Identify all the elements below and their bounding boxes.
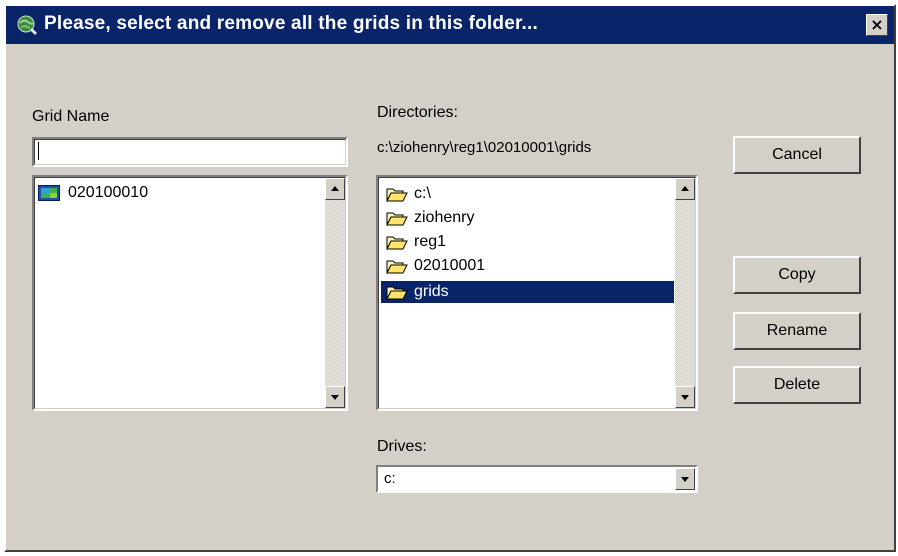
folder-open-icon xyxy=(386,188,408,202)
directory-item-label: ziohenry xyxy=(414,209,475,226)
directory-item-label: c:\ xyxy=(414,185,431,202)
grid-list[interactable]: 020100010 xyxy=(32,175,348,411)
directory-item-label: 02010001 xyxy=(414,257,486,274)
title-bar: Please, select and remove all the grids … xyxy=(6,6,894,44)
directory-item-ziohenry[interactable]: ziohenry xyxy=(386,207,474,229)
folder-open-icon xyxy=(386,286,408,300)
globe-magnifier-icon xyxy=(17,15,38,36)
folder-open-icon xyxy=(386,260,408,274)
arrow-down-icon xyxy=(681,395,689,400)
chevron-down-icon xyxy=(681,477,689,482)
scroll-up-button[interactable] xyxy=(675,178,695,200)
delete-button[interactable]: Delete xyxy=(733,366,861,404)
scroll-track[interactable] xyxy=(675,200,695,386)
grid-name-input-frame xyxy=(32,137,348,167)
directories-scrollbar[interactable] xyxy=(675,178,695,408)
grid-name-label: Grid Name xyxy=(32,108,110,125)
directory-item-label: reg1 xyxy=(414,233,447,250)
current-path: c:\ziohenry\reg1\02010001\grids xyxy=(377,139,592,156)
directory-item-grids[interactable]: grids xyxy=(381,281,674,303)
scroll-up-button[interactable] xyxy=(325,178,345,200)
directory-item-02010001[interactable]: 02010001 xyxy=(386,255,485,277)
directories-label: Directories: xyxy=(377,104,458,121)
drives-selected-value: c: xyxy=(384,470,396,487)
grid-item-label: 020100010 xyxy=(68,184,149,201)
directories-list[interactable]: c:\ ziohenry reg1 02010001 grids xyxy=(376,175,698,411)
dialog-window: Please, select and remove all the grids … xyxy=(4,4,896,552)
directory-item-label: grids xyxy=(414,283,449,300)
drives-label: Drives: xyxy=(377,438,427,455)
arrow-down-icon xyxy=(331,395,339,400)
cancel-button[interactable]: Cancel xyxy=(733,136,861,174)
drives-select[interactable]: c: xyxy=(376,465,698,493)
scroll-down-button[interactable] xyxy=(325,386,345,408)
folder-open-icon xyxy=(386,212,408,226)
grid-name-input[interactable] xyxy=(34,139,346,165)
text-caret xyxy=(38,142,39,160)
copy-button[interactable]: Copy xyxy=(733,256,861,294)
close-button[interactable]: × xyxy=(866,14,888,36)
arrow-up-icon xyxy=(681,186,689,191)
scroll-down-button[interactable] xyxy=(675,386,695,408)
drives-dropdown-button[interactable] xyxy=(675,468,695,490)
directory-item-reg1[interactable]: reg1 xyxy=(386,231,446,253)
arrow-up-icon xyxy=(331,186,339,191)
list-item[interactable]: 020100010 xyxy=(38,181,148,205)
rename-button[interactable]: Rename xyxy=(733,312,861,350)
grid-list-scrollbar[interactable] xyxy=(325,178,345,408)
directory-item-c[interactable]: c:\ xyxy=(386,183,431,205)
folder-open-icon xyxy=(386,236,408,250)
scroll-track[interactable] xyxy=(325,200,345,386)
grid-raster-icon xyxy=(38,185,60,201)
dialog-title: Please, select and remove all the grids … xyxy=(44,13,538,34)
